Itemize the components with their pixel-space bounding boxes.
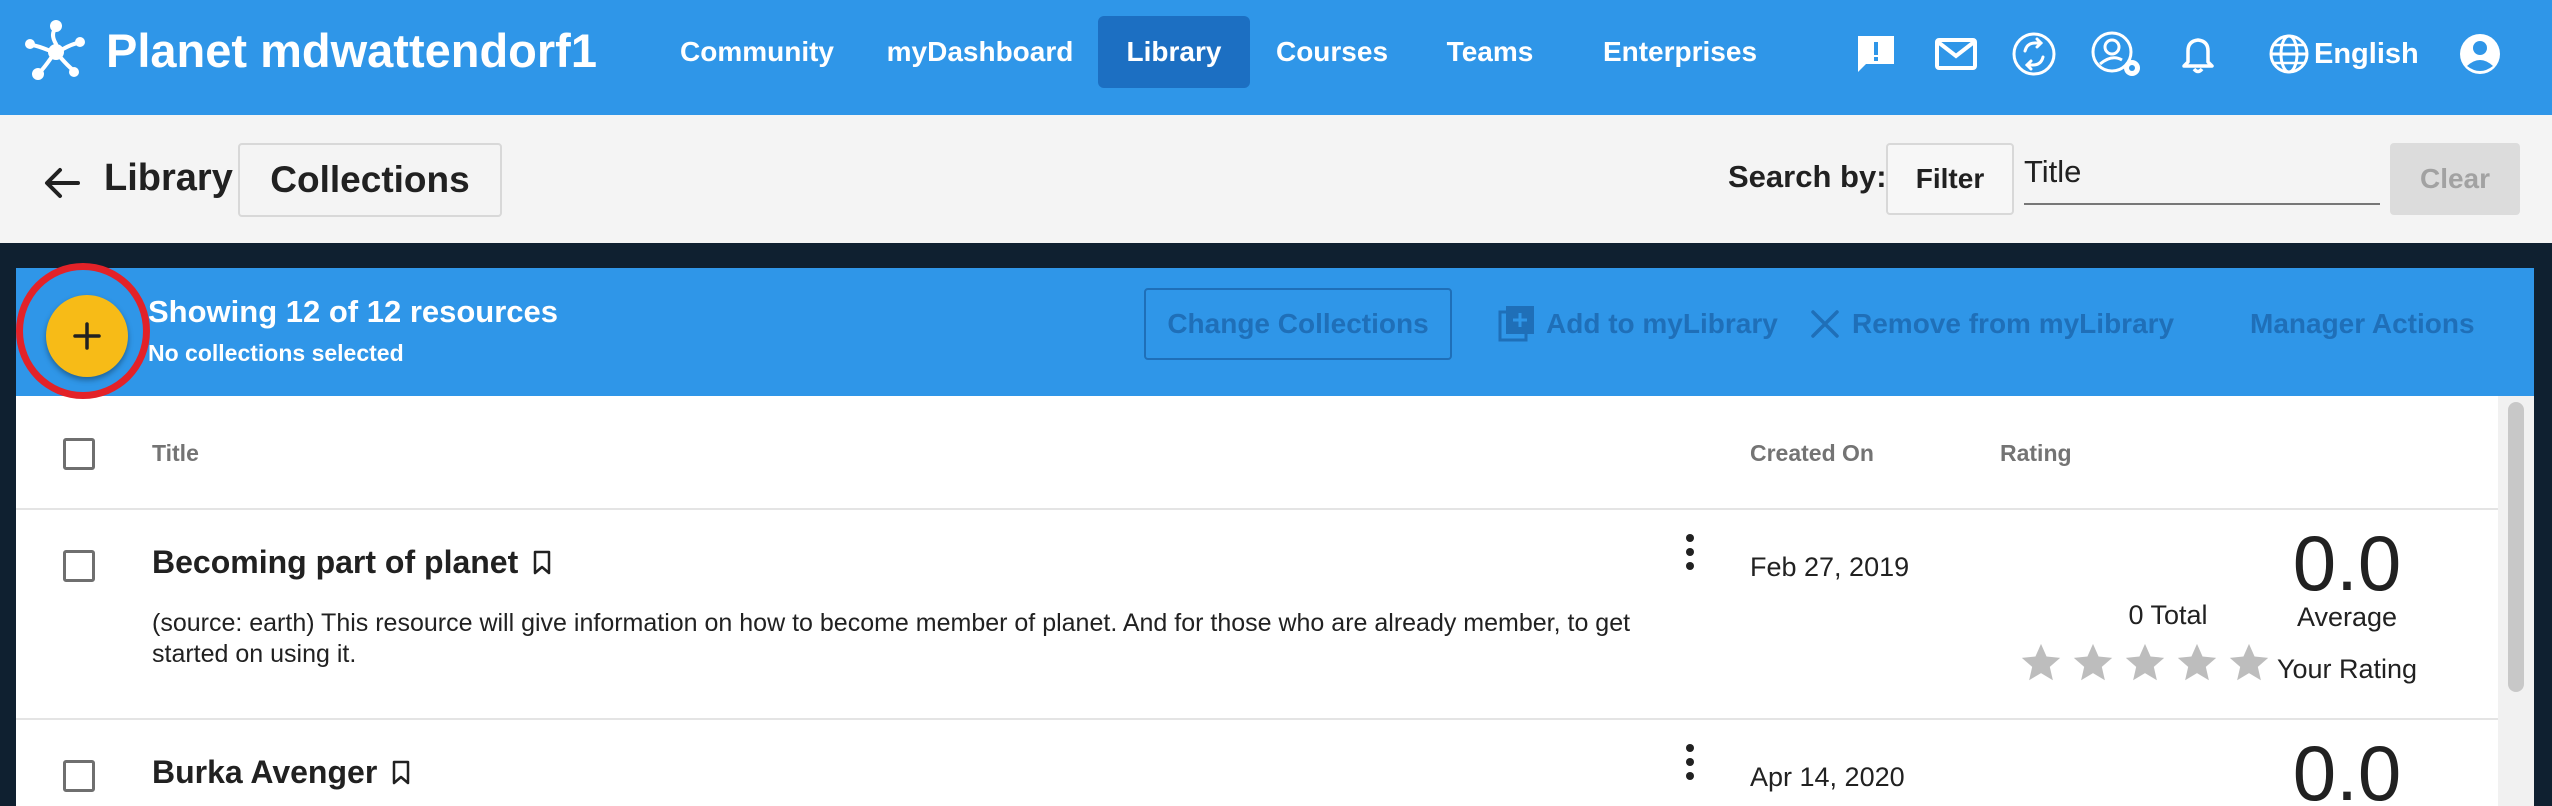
- nav-library[interactable]: Library: [1098, 16, 1250, 88]
- library-content: Showing 12 of 12 resources No collection…: [16, 268, 2534, 806]
- change-collections-button[interactable]: Change Collections: [1144, 288, 1452, 360]
- star-icon[interactable]: [2070, 640, 2116, 686]
- rating-average-value: 0.0: [2292, 729, 2402, 806]
- nav-community[interactable]: Community: [664, 16, 850, 88]
- remove-from-mylibrary-label: Remove from myLibrary: [1852, 308, 2175, 339]
- nav-mydashboard[interactable]: myDashboard: [872, 16, 1088, 88]
- table-row[interactable]: Becoming part of planet Feb 27, 2019 (so…: [16, 510, 2498, 720]
- row-checkbox[interactable]: [63, 550, 95, 582]
- bookmark-icon[interactable]: [532, 550, 552, 576]
- search-by-label: Search by:: [1728, 159, 1887, 194]
- clear-button[interactable]: Clear: [2390, 143, 2520, 215]
- brand-title[interactable]: Planet mdwattendorf1: [106, 22, 597, 80]
- remove-from-mylibrary-button[interactable]: Remove from myLibrary: [1808, 288, 2174, 360]
- star-icon[interactable]: [2122, 640, 2168, 686]
- search-title-input[interactable]: [2024, 141, 2380, 205]
- resource-title-text: Becoming part of planet: [152, 544, 519, 580]
- table-header: Title Created On Rating: [16, 396, 2498, 510]
- showing-count: Showing 12 of 12 resources: [148, 294, 559, 329]
- star-rating-input[interactable]: [2018, 640, 2272, 686]
- resource-title-text: Burka Avenger: [152, 754, 378, 790]
- selection-status: No collections selected: [148, 340, 404, 366]
- more-vert-icon[interactable]: [1682, 742, 1698, 782]
- globe-icon: [2269, 34, 2309, 74]
- nav-courses[interactable]: Courses: [1262, 16, 1402, 88]
- user-settings-icon[interactable]: [2090, 30, 2144, 78]
- column-header-rating[interactable]: Rating: [2000, 440, 2072, 467]
- sync-icon[interactable]: [2010, 30, 2058, 78]
- library-toolbar: Library Collections Search by: Filter Cl…: [0, 115, 2552, 243]
- your-rating-label: Your Rating: [2276, 654, 2418, 684]
- manager-actions-label: Manager Actions: [2250, 308, 2475, 339]
- language-selector[interactable]: English: [2268, 30, 2419, 78]
- created-on-date: Feb 27, 2019: [1750, 552, 1910, 582]
- star-icon[interactable]: [2226, 640, 2272, 686]
- row-checkbox[interactable]: [63, 760, 95, 792]
- language-label: English: [2314, 37, 2419, 70]
- rating-average-value: 0.0: [2292, 519, 2402, 607]
- table-scrollbar[interactable]: [2498, 396, 2534, 806]
- nav-enterprises[interactable]: Enterprises: [1580, 16, 1780, 88]
- top-navigation-bar: Planet mdwattendorf1 Community myDashboa…: [0, 0, 2552, 115]
- library-add-icon: [1498, 306, 1534, 342]
- column-header-title[interactable]: Title: [152, 440, 199, 467]
- more-vert-icon[interactable]: [1682, 532, 1698, 572]
- created-on-date: Apr 14, 2020: [1750, 762, 1905, 792]
- scrollbar-thumb[interactable]: [2508, 402, 2524, 692]
- close-icon: [1811, 310, 1839, 338]
- resource-description: (source: earth) This resource will give …: [152, 609, 1631, 668]
- selection-action-bar: Showing 12 of 12 resources No collection…: [16, 268, 2534, 396]
- planet-logo-icon[interactable]: [20, 16, 92, 88]
- feedback-icon[interactable]: [1852, 30, 1900, 78]
- breadcrumb-library: Library: [104, 157, 233, 199]
- rating-average-label: Average: [2296, 602, 2398, 632]
- add-to-mylibrary-button[interactable]: Add to myLibrary: [1496, 288, 1778, 360]
- star-icon[interactable]: [2174, 640, 2220, 686]
- nav-teams[interactable]: Teams: [1428, 16, 1552, 88]
- table-row[interactable]: Burka Avenger Apr 14, 2020 0.0: [16, 720, 2498, 806]
- mail-icon[interactable]: [1932, 30, 1980, 78]
- star-icon[interactable]: [2018, 640, 2064, 686]
- rating-total: 0 Total: [2128, 600, 2208, 630]
- account-circle-icon[interactable]: [2456, 30, 2504, 78]
- filter-button[interactable]: Filter: [1886, 143, 2014, 215]
- column-header-created-on[interactable]: Created On: [1750, 440, 1874, 467]
- bell-icon[interactable]: [2174, 30, 2222, 78]
- manager-actions-button[interactable]: Manager Actions: [2250, 288, 2475, 360]
- collections-button[interactable]: Collections: [238, 143, 502, 217]
- highlight-ring: [16, 263, 150, 399]
- resource-title[interactable]: Becoming part of planet: [152, 544, 552, 581]
- resource-title[interactable]: Burka Avenger: [152, 754, 411, 791]
- add-to-mylibrary-label: Add to myLibrary: [1546, 308, 1778, 339]
- arrow-back-icon[interactable]: [40, 161, 84, 205]
- bookmark-icon[interactable]: [391, 760, 411, 786]
- select-all-checkbox[interactable]: [63, 438, 95, 470]
